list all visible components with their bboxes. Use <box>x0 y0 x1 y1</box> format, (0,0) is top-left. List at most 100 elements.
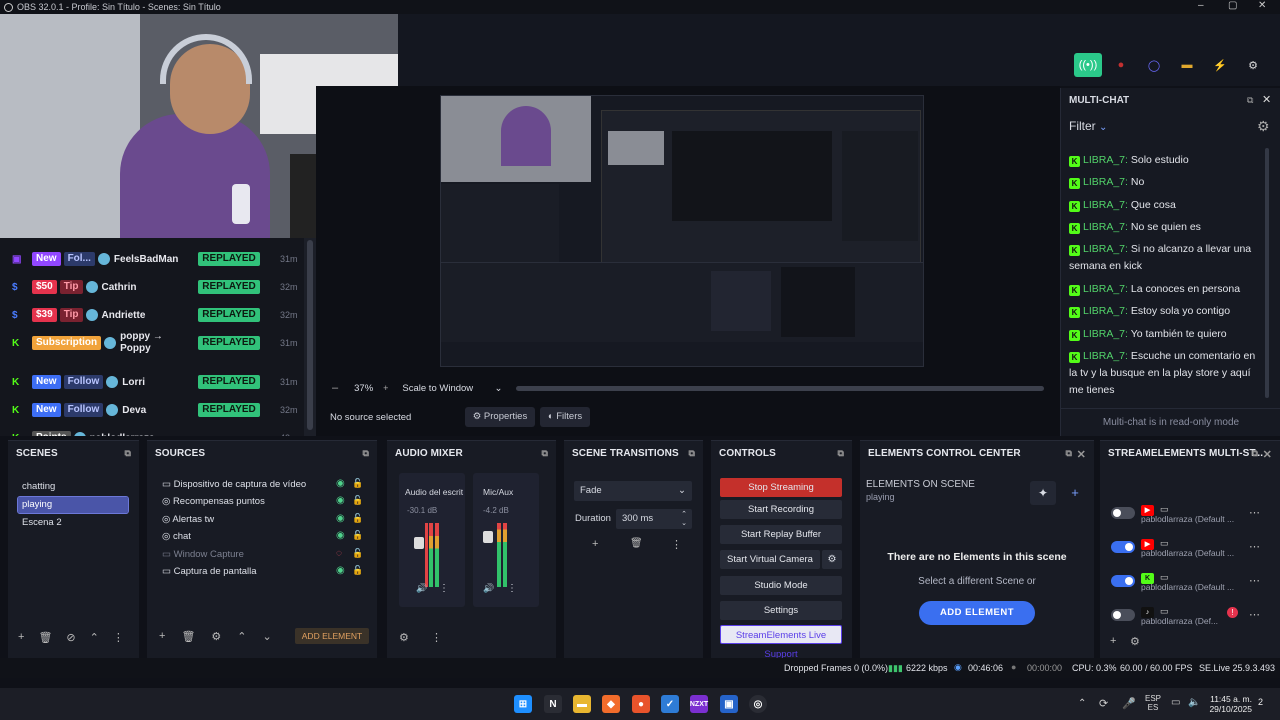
source-item[interactable]: ▭ Window Capture <box>162 547 362 563</box>
sparkle-icon[interactable]: ✦ <box>1030 481 1056 505</box>
notion-icon[interactable]: N <box>544 695 562 713</box>
chat-username[interactable]: LIBRA_7: <box>1083 199 1128 211</box>
activity-row[interactable]: ▣ New Fol... FeelsBadMan REPLAYED 31m <box>0 246 304 272</box>
warning-icon[interactable]: ! <box>1227 607 1238 618</box>
visibility-icon[interactable]: ◉ <box>336 513 345 524</box>
trash-icon[interactable]: 🗑 <box>38 631 52 644</box>
more-icon[interactable]: ⋮ <box>671 538 682 551</box>
filter-dropdown[interactable]: Filter ⌄ <box>1069 119 1107 133</box>
more-icon[interactable]: ⋮ <box>507 583 517 594</box>
source-item[interactable]: ◎ chat <box>162 529 362 545</box>
replayed-badge[interactable]: REPLAYED <box>198 375 260 389</box>
sync-icon[interactable]: ⟳ <box>1099 697 1108 710</box>
lock-icon[interactable]: 🔓 <box>352 478 363 489</box>
record-button[interactable]: ● <box>1107 53 1135 77</box>
activity-row[interactable]: $ $50 Tip Cathrin REPLAYED 32m <box>0 274 304 300</box>
activity-row[interactable]: K Subscription poppy → Poppy REPLAYED 31m <box>0 330 304 356</box>
speaker-icon[interactable]: 🔊 <box>416 583 427 594</box>
chat-username[interactable]: LIBRA_7: <box>1083 154 1128 166</box>
lock-icon[interactable]: 🔓 <box>352 548 363 559</box>
close-icon[interactable]: ✕ <box>1262 93 1271 106</box>
more-icon[interactable]: ⋮ <box>431 631 442 644</box>
windows-start-icon[interactable]: ⊞ <box>514 695 532 713</box>
lock-icon[interactable]: 🔓 <box>352 513 363 524</box>
volume-fader[interactable] <box>483 531 493 543</box>
visibility-icon[interactable]: ◉ <box>336 530 345 541</box>
scene-item[interactable]: chatting <box>18 479 128 495</box>
undock-icon[interactable]: ⧉ <box>1251 448 1258 459</box>
more-icon[interactable]: ⋯ <box>1249 608 1260 621</box>
trash-icon[interactable]: 🗑 <box>181 630 195 643</box>
maximize-icon[interactable]: ▢ <box>1228 0 1237 11</box>
gear-icon[interactable]: ⚙ <box>399 631 409 644</box>
vscode-icon[interactable]: ▣ <box>720 695 738 713</box>
activity-row[interactable]: K New Follow Lorri REPLAYED 31m <box>0 369 304 395</box>
start-recording-button[interactable]: Start Recording <box>720 500 842 519</box>
activity-row[interactable]: K New Follow Deva REPLAYED 32m <box>0 397 304 423</box>
add-icon[interactable]: + <box>18 631 24 644</box>
filters-button[interactable]: ◐ Filters <box>540 407 590 427</box>
notification-icon[interactable]: 2 <box>1258 697 1263 707</box>
horizontal-scrollbar[interactable] <box>516 385 1045 391</box>
minimize-icon[interactable]: – <box>1198 0 1204 11</box>
add-element-button[interactable]: ADD ELEMENT <box>919 601 1035 625</box>
scene-item[interactable]: Escena 2 <box>18 515 128 531</box>
more-icon[interactable]: ⋯ <box>1249 506 1260 519</box>
stream-toggle[interactable] <box>1111 609 1135 621</box>
undock-icon[interactable]: ⧉ <box>362 448 369 459</box>
alert-button[interactable]: ⚡ <box>1206 53 1234 77</box>
stream-status-button[interactable]: ((•)) <box>1074 53 1102 77</box>
replayed-badge[interactable]: REPLAYED <box>198 403 260 417</box>
brave-icon[interactable]: ◆ <box>602 695 620 713</box>
add-icon[interactable]: + <box>159 630 165 643</box>
source-item[interactable]: ◎ Recompensas puntos <box>162 494 362 510</box>
undock-icon[interactable]: ⧉ <box>837 448 844 459</box>
virtual-camera-button[interactable]: Start Virtual Camera <box>720 550 820 569</box>
studio-mode-button[interactable]: Studio Mode <box>720 576 842 595</box>
close-icon[interactable]: ✕ <box>1077 448 1086 461</box>
chat-username[interactable]: LIBRA_7: <box>1083 305 1128 317</box>
gear-icon[interactable]: ⚙ <box>211 630 221 643</box>
undock-icon[interactable]: ⧉ <box>541 448 548 459</box>
lock-icon[interactable]: 🔓 <box>352 565 363 576</box>
undock-icon[interactable]: ⧉ <box>688 448 695 459</box>
clock[interactable]: 11:45 a. m. 29/10/2025 <box>1206 694 1252 714</box>
chat-username[interactable]: LIBRA_7: <box>1083 283 1128 295</box>
chat-username[interactable]: LIBRA_7: <box>1083 328 1128 340</box>
virtual-cam-button[interactable]: ◯ <box>1140 53 1168 77</box>
stop-streaming-button[interactable]: Stop Streaming <box>720 478 842 497</box>
chat-username[interactable]: LIBRA_7: <box>1083 221 1128 233</box>
lock-icon[interactable]: 🔓 <box>352 495 363 506</box>
settings-button[interactable]: ⚙ <box>1239 53 1267 77</box>
chat-username[interactable]: LIBRA_7: <box>1083 350 1128 362</box>
activity-row[interactable]: K Points pablodlarraza 42m <box>0 425 304 436</box>
chat-scrollbar[interactable] <box>1265 148 1269 398</box>
replay-buffer-button[interactable]: Start Replay Buffer <box>720 525 842 544</box>
chat-username[interactable]: LIBRA_7: <box>1083 243 1128 255</box>
replayed-badge[interactable]: REPLAYED <box>198 280 260 294</box>
properties-button[interactable]: ⚙ Properties <box>465 407 535 427</box>
zoom-out-icon[interactable]: – <box>332 382 338 394</box>
add-icon[interactable]: + <box>592 538 598 550</box>
more-icon[interactable]: ⋮ <box>439 583 449 594</box>
close-icon[interactable]: ✕ <box>1263 448 1272 461</box>
source-item[interactable]: ◎ Alertas tw <box>162 512 362 528</box>
nzxt-icon[interactable]: NZXT <box>690 695 708 713</box>
undock-icon[interactable]: ⧉ <box>1065 448 1072 459</box>
file-explorer-icon[interactable]: ▬ <box>573 695 591 713</box>
scene-item[interactable]: playing <box>17 496 129 514</box>
up-icon[interactable]: ⌃ <box>90 631 99 644</box>
add-icon[interactable]: + <box>1110 635 1116 647</box>
settings-button[interactable]: Settings <box>720 601 842 620</box>
preview-canvas[interactable] <box>440 95 924 367</box>
up-icon[interactable]: ⌃ <box>237 630 246 643</box>
speaker-icon[interactable]: 🔊 <box>483 583 494 594</box>
replay-button[interactable]: ▬ <box>1173 53 1201 77</box>
obs-taskbar-icon[interactable]: ◎ <box>749 695 767 713</box>
language-indicator[interactable]: ESP ES <box>1145 694 1161 712</box>
stream-toggle[interactable] <box>1111 575 1135 587</box>
visibility-icon[interactable]: ◉ <box>336 495 345 506</box>
stepper-icon[interactable]: ⌃ ⌄ <box>681 510 687 528</box>
trash-icon[interactable]: 🗑 <box>630 538 643 549</box>
close-icon[interactable]: ✕ <box>1258 0 1266 11</box>
